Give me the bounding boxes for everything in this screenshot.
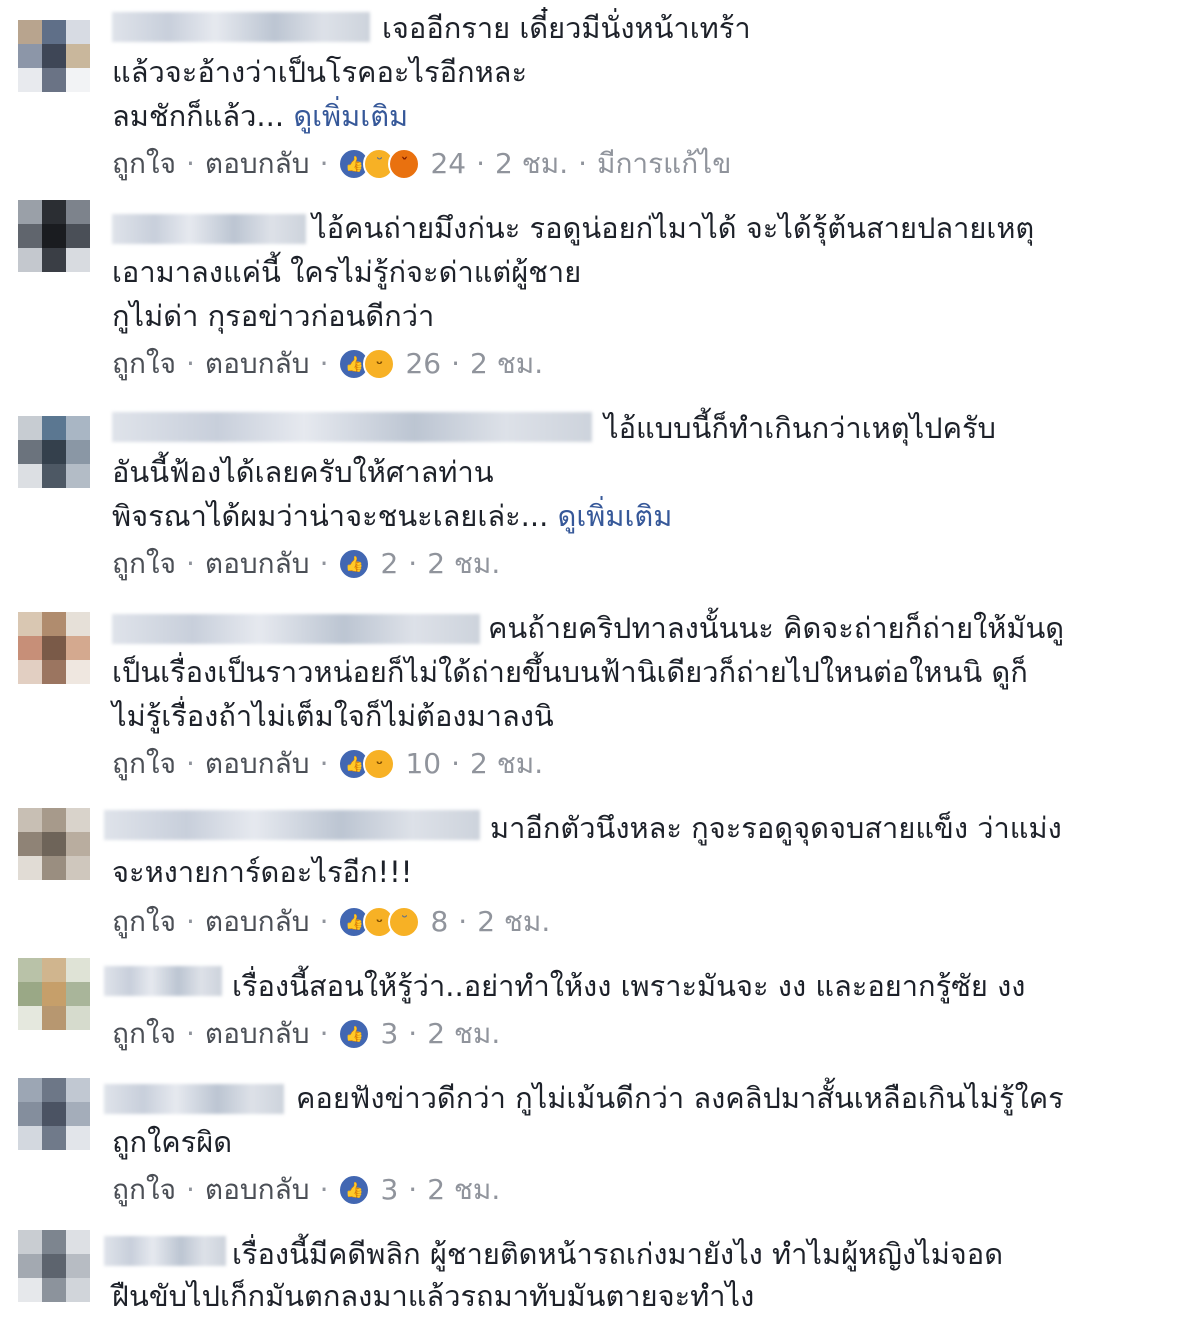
comment-actions: ถูกใจ · ตอบกลับ · 👍 ᵕ ˘ 8 · 2 ชม.	[112, 902, 550, 942]
author-name[interactable]	[112, 214, 306, 244]
author-name[interactable]	[112, 412, 592, 442]
comment-text: อันนี้ฟ้องได้เลยครับให้ศาลท่าน	[112, 455, 494, 489]
comment-actions: ถูกใจ · ตอบกลับ · 👍 3 · 2 ชม.	[112, 1170, 500, 1210]
comment-text: ไอ้คนถ่ายมึงก่นะ รอดูน่อยก่ไมาได้ จะได้ร…	[312, 211, 1035, 245]
comment-actions: ถูกใจ · ตอบกลับ · 👍 ᵕ 10 · 2 ชม.	[112, 744, 543, 784]
timestamp[interactable]: 2 ชม.	[470, 744, 543, 784]
comment-text: เรื่องนี้มีคดีพลิก ผู้ชายติดหน้ารถเก่งมา…	[232, 1237, 1004, 1271]
reply-button[interactable]: ตอบกลับ	[205, 1170, 310, 1210]
see-more-link[interactable]: ดูเพิ่มเติม	[558, 499, 673, 533]
comment-text: ลมชักก็แล้ว... ดูเพิ่มเติม	[112, 99, 409, 133]
timestamp[interactable]: 2 ชม.	[427, 544, 500, 584]
reactions[interactable]: 👍 ᵕ	[338, 748, 396, 780]
reactions[interactable]: 👍 ᵕ ˘	[338, 906, 421, 938]
author-name[interactable]	[112, 614, 480, 644]
angry-icon: ˇ	[388, 148, 421, 180]
haha-icon: ᵕ	[363, 348, 396, 380]
like-icon: 👍	[338, 1018, 371, 1050]
avatar[interactable]	[18, 1230, 90, 1302]
comment-actions: ถูกใจ · ตอบกลับ · 👍 ˘ ˇ 24 · 2 ชม. · มีก…	[112, 144, 731, 184]
sad-icon: ˘	[388, 906, 421, 938]
comment-text: เอามาลงแค่นี้ ใครไม่รู้ก่จะด่าแต่ผู้ชาย	[112, 255, 582, 289]
comment-text: ฝืนขับไปเก็กมันตกลงมาแล้วรถมาทับมันตายจะ…	[112, 1279, 755, 1313]
comment-actions: ถูกใจ · ตอบกลับ · 👍 2 · 2 ชม.	[112, 544, 500, 584]
avatar[interactable]	[18, 808, 90, 880]
comment-text: ถูกใครผิด	[112, 1125, 233, 1159]
comment-text: ไอ้แบบนี้ก็ทำเกินกว่าเหตุไปครับ	[604, 411, 996, 445]
reaction-count[interactable]: 8	[430, 902, 448, 942]
reaction-count[interactable]: 3	[380, 1170, 398, 1210]
reaction-count[interactable]: 3	[380, 1014, 398, 1054]
comment-text: มาอีกตัวนึงหละ กูจะรอดูจุดจบสายแข็ง ว่าแ…	[490, 811, 1062, 845]
like-button[interactable]: ถูกใจ	[112, 344, 176, 384]
like-button[interactable]: ถูกใจ	[112, 544, 176, 584]
comment-text: เป็นเรื่องเป็นราวหน่อยก็ไม่ใด้ถ่ายขึ้นบน…	[112, 655, 1028, 689]
author-name[interactable]	[104, 1084, 284, 1114]
author-name[interactable]	[112, 12, 370, 42]
comment-text: แล้วจะอ้างว่าเป็นโรคอะไรอีกหละ	[112, 55, 528, 89]
reaction-count[interactable]: 26	[405, 344, 441, 384]
haha-icon: ᵕ	[363, 748, 396, 780]
timestamp[interactable]: 2 ชม.	[477, 902, 550, 942]
like-button[interactable]: ถูกใจ	[112, 902, 176, 942]
comment-actions: ถูกใจ · ตอบกลับ · 👍 3 · 2 ชม.	[112, 1014, 500, 1054]
comment-actions: ถูกใจ · ตอบกลับ · 👍 ᵕ 26 · 2 ชม.	[112, 344, 543, 384]
avatar[interactable]	[18, 20, 90, 92]
like-button[interactable]: ถูกใจ	[112, 1014, 176, 1054]
reply-button[interactable]: ตอบกลับ	[205, 344, 310, 384]
reaction-count[interactable]: 10	[405, 744, 441, 784]
like-icon: 👍	[338, 548, 371, 580]
comment-text: ไม่รู้เรื่องถ้าไม่เต็มใจก็ไม่ต้องมาลงนิ	[112, 699, 554, 733]
avatar[interactable]	[18, 1078, 90, 1150]
reply-button[interactable]: ตอบกลับ	[205, 1014, 310, 1054]
timestamp[interactable]: 2 ชม.	[427, 1014, 500, 1054]
author-name[interactable]	[104, 810, 480, 840]
reactions[interactable]: 👍 ᵕ	[338, 348, 396, 380]
avatar[interactable]	[18, 200, 90, 272]
like-button[interactable]: ถูกใจ	[112, 744, 176, 784]
reply-button[interactable]: ตอบกลับ	[205, 902, 310, 942]
reactions[interactable]: 👍	[338, 548, 371, 580]
see-more-link[interactable]: ดูเพิ่มเติม	[293, 99, 408, 133]
like-button[interactable]: ถูกใจ	[112, 144, 176, 184]
comment-text: จะหงายการ์ดอะไรอีก!!!	[112, 855, 413, 889]
reaction-count[interactable]: 2	[380, 544, 398, 584]
reply-button[interactable]: ตอบกลับ	[205, 544, 310, 584]
reactions[interactable]: 👍	[338, 1174, 371, 1206]
comment-text: คอยฟังข่าวดีกว่า กูไม่เม้นดีกว่า ลงคลิปม…	[296, 1081, 1064, 1115]
comment-text: พิจรณาได้ผมว่าน่าจะชนะเลยเล่ะ... ดูเพิ่ม…	[112, 499, 673, 533]
timestamp[interactable]: 2 ชม.	[427, 1170, 500, 1210]
avatar[interactable]	[18, 416, 90, 488]
reactions[interactable]: 👍	[338, 1018, 371, 1050]
comment-text: เจออีกราย เดี๋ยวมีนั่งหน้าเทร้า	[382, 11, 751, 45]
author-name[interactable]	[104, 1236, 226, 1266]
avatar[interactable]	[18, 958, 90, 1030]
reaction-count[interactable]: 24	[430, 144, 466, 184]
like-button[interactable]: ถูกใจ	[112, 1170, 176, 1210]
author-name[interactable]	[104, 966, 222, 996]
reply-button[interactable]: ตอบกลับ	[205, 744, 310, 784]
reply-button[interactable]: ตอบกลับ	[205, 144, 310, 184]
comment-text: คนถ้ายคริปทาลงนั้นนะ คิดจะถ่ายก็ถ่ายให้ม…	[488, 611, 1065, 645]
edited-label[interactable]: มีการแก้ไข	[597, 144, 731, 184]
like-icon: 👍	[338, 1174, 371, 1206]
comment-text: กูไม่ด่า กุรอข่าวก่อนดีกว่า	[112, 299, 435, 333]
timestamp[interactable]: 2 ชม.	[470, 344, 543, 384]
reactions[interactable]: 👍 ˘ ˇ	[338, 148, 421, 180]
avatar[interactable]	[18, 612, 90, 684]
comment-text: เรื่องนี้สอนให้รู้ว่า..อย่าทำให้งง เพราะ…	[232, 969, 1026, 1003]
timestamp[interactable]: 2 ชม.	[495, 144, 568, 184]
